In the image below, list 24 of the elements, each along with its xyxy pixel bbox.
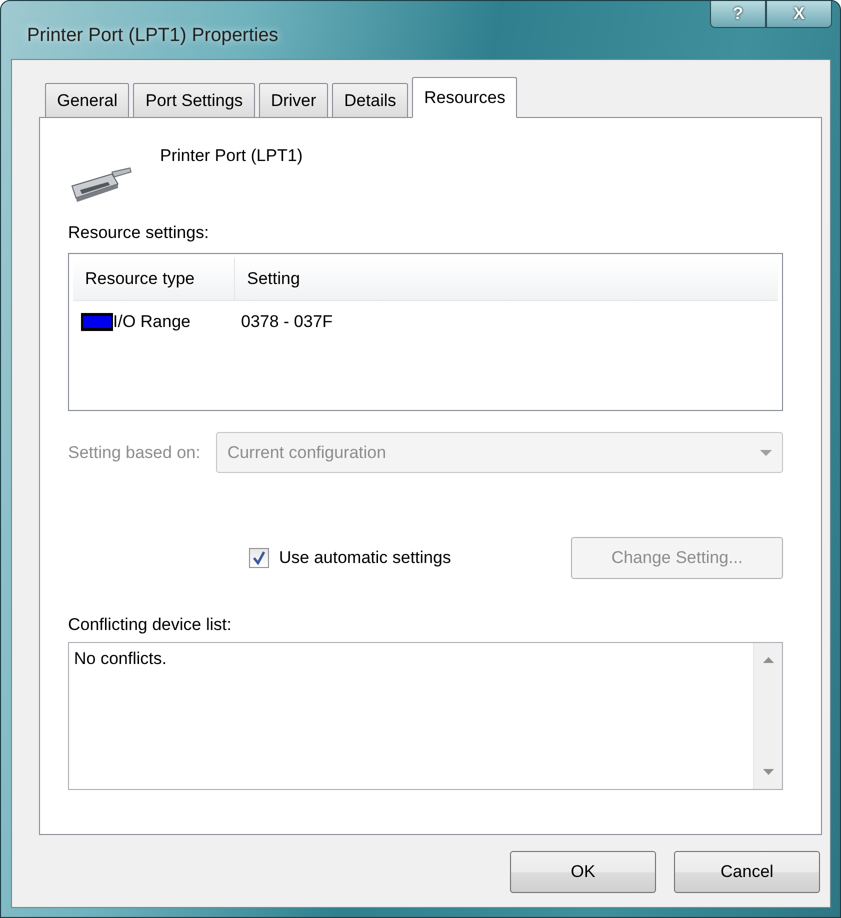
checkbox[interactable] <box>249 548 269 568</box>
checkbox-label: Use automatic settings <box>279 548 451 568</box>
tab[interactable]: Resources <box>412 77 518 118</box>
window-title: Printer Port (LPT1) Properties <box>27 25 278 47</box>
column-header[interactable]: Setting <box>235 258 300 300</box>
scrollbar[interactable] <box>753 643 782 789</box>
scroll-down-icon[interactable] <box>762 769 774 775</box>
cancel-button[interactable]: Cancel <box>674 851 820 893</box>
caret-icon <box>760 450 772 456</box>
scroll-up-icon[interactable] <box>762 657 774 663</box>
resource-settings-label: Resource settings: <box>68 223 210 243</box>
chip-icon <box>81 313 113 331</box>
column-header[interactable]: Resource type <box>73 258 235 300</box>
table-cell-text: I/O Range <box>113 312 192 332</box>
tab[interactable]: Port Settings <box>133 83 255 118</box>
conflicting-device-list-label: Conflicting device list: <box>68 615 232 635</box>
device-name: Printer Port (LPT1) <box>160 146 303 166</box>
ok-button[interactable]: OK <box>510 851 656 893</box>
tab[interactable]: General <box>45 83 130 118</box>
setting-based-on-label: Setting based on: <box>68 442 200 462</box>
tab[interactable]: Driver <box>258 83 328 118</box>
table-cell: 0378 - 037F <box>241 312 333 332</box>
conflict-list-field[interactable]: No conflicts. <box>68 642 783 790</box>
tab[interactable]: Details <box>332 83 408 118</box>
